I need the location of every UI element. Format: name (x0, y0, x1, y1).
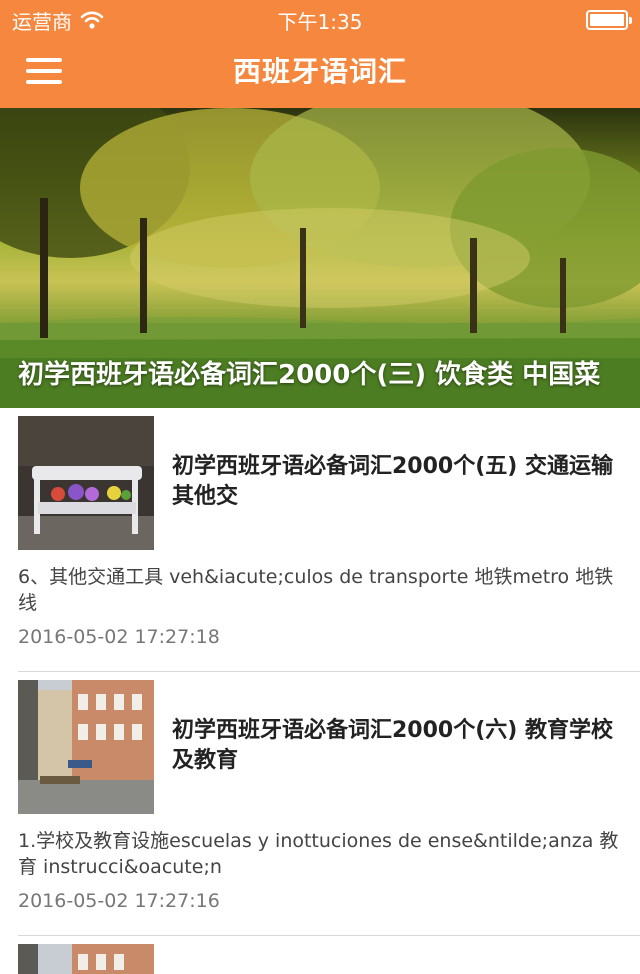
list-item[interactable]: 初学西班牙语必备词汇2000个(六) 教育学校及教育 1.学校及教育设施escu… (18, 672, 640, 936)
nav-bar: 西班牙语词汇 (0, 40, 640, 108)
page-title: 西班牙语词汇 (232, 55, 407, 88)
article-timestamp: 2016-05-02 17:27:18 (18, 626, 220, 648)
article-list: 初学西班牙语必备词汇2000个(五) 交通运输 其他交 6、其他交通工具 veh… (0, 408, 640, 974)
article-thumbnail (18, 416, 154, 550)
article-summary: 6、其他交通工具 veh&iacute;culos de transporte … (18, 566, 614, 614)
status-bar: 运营商 下午1:35 (0, 0, 640, 40)
article-title: 初学西班牙语必备词汇2000个(六) 教育学校及教育 (172, 718, 614, 773)
carrier-label: 运营商 (12, 9, 72, 34)
hero-banner[interactable]: 初学西班牙语必备词汇2000个(三) 饮食类 中国菜 (0, 108, 640, 408)
article-thumbnail (18, 680, 154, 814)
list-item[interactable] (18, 936, 640, 974)
article-summary: 1.学校及教育设施escuelas y inottuciones de ense… (18, 830, 619, 878)
wifi-icon (80, 10, 104, 30)
battery-icon (586, 10, 632, 30)
hero-title: 初学西班牙语必备词汇2000个(三) 饮食类 中国菜 (18, 360, 601, 390)
article-timestamp: 2016-05-02 17:27:16 (18, 890, 220, 912)
status-left: 运营商 (12, 6, 104, 35)
list-item[interactable]: 初学西班牙语必备词汇2000个(五) 交通运输 其他交 6、其他交通工具 veh… (18, 408, 640, 672)
article-thumbnail (18, 944, 154, 974)
article-title: 初学西班牙语必备词汇2000个(五) 交通运输 其他交 (172, 454, 614, 509)
